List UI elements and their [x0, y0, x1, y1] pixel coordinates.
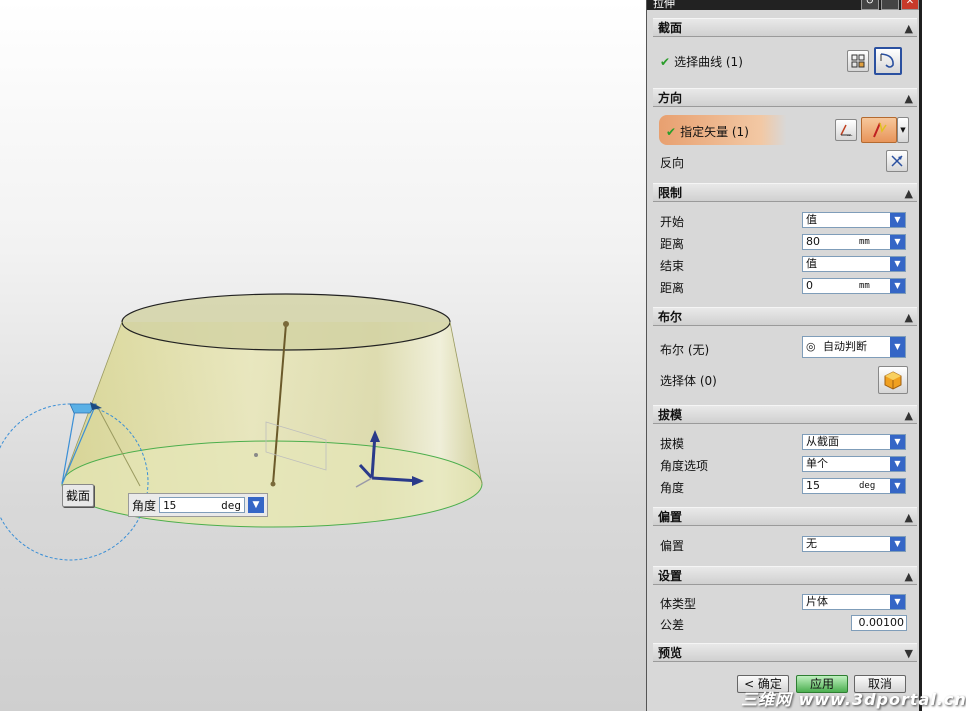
auto-infer-icon: ◎	[806, 340, 816, 353]
select-body-row: 选择体 (0)	[653, 366, 917, 394]
extrude-dialog: 拉伸 ↺ ✕ 截面 ▲ ✔ 选择曲线 (1) 方向 ▲ ✔ 指定矢量 (1) ... ▼…	[646, 0, 922, 711]
chevron-up-icon: ▲	[904, 409, 913, 422]
section-header-section[interactable]: 截面 ▲	[653, 18, 917, 37]
chevron-up-icon: ▲	[904, 187, 913, 200]
section-header-limits[interactable]: 限制 ▲	[653, 183, 917, 202]
section-header-boolean[interactable]: 布尔 ▲	[653, 307, 917, 326]
start-distance-input[interactable]: 80 mm ▼	[802, 234, 906, 250]
start-select[interactable]: 值 ▼	[802, 212, 906, 228]
chevron-down-icon: ▼	[904, 647, 913, 660]
section-header-direction[interactable]: 方向 ▲	[653, 88, 917, 107]
arrow-down-icon[interactable]: ▼	[890, 279, 905, 293]
angle-input-popup[interactable]: 角度 15 deg ▼	[128, 493, 268, 517]
section-header-draft[interactable]: 拔模 ▲	[653, 405, 917, 424]
start-row: 开始 值 ▼	[653, 210, 917, 230]
chevron-down-icon[interactable]: ▼	[248, 497, 264, 513]
inferred-vector-icon[interactable]	[861, 117, 897, 143]
chevron-down-icon: ▼	[890, 337, 905, 357]
chevron-down-icon[interactable]: ▼	[897, 117, 909, 143]
chevron-down-icon: ▼	[890, 257, 905, 271]
boolean-row: 布尔 (无) ◎ 自动判断 ▼	[653, 335, 917, 359]
chevron-up-icon: ▲	[904, 22, 913, 35]
reverse-direction-row: 反向	[653, 150, 917, 172]
chevron-down-icon: ▼	[890, 595, 905, 609]
arrow-down-icon[interactable]: ▼	[890, 235, 905, 249]
angle-option-select[interactable]: 单个 ▼	[802, 456, 906, 472]
curve-select-icon[interactable]	[874, 47, 902, 75]
angle-label: 角度	[132, 498, 157, 513]
arrow-down-icon[interactable]: ▼	[890, 479, 905, 493]
vector-dialog-icon[interactable]: ...	[835, 119, 857, 141]
start-distance-row: 距离 80 mm ▼	[653, 232, 917, 252]
draft-row: 拔模 从截面 ▼	[653, 432, 917, 452]
body-type-row: 体类型 片体 ▼	[653, 592, 917, 612]
tolerance-input[interactable]: 0.00100	[851, 615, 907, 631]
dialog-titlebar: 拉伸 ↺ ✕	[647, 0, 919, 10]
draft-angle-input[interactable]: 15 deg ▼	[802, 478, 906, 494]
section-header-settings[interactable]: 设置 ▲	[653, 566, 917, 585]
model-view	[0, 293, 483, 561]
body-type-select[interactable]: 片体 ▼	[802, 594, 906, 610]
chevron-down-icon: ▼	[890, 537, 905, 551]
chevron-up-icon: ▲	[904, 511, 913, 524]
boolean-select[interactable]: ◎ 自动判断 ▼	[802, 336, 906, 358]
specify-vector-row[interactable]: ✔ 指定矢量 (1)	[659, 115, 829, 145]
section-header-offset[interactable]: 偏置 ▲	[653, 507, 917, 526]
svg-text:...: ...	[847, 131, 853, 138]
reverse-direction-icon[interactable]	[886, 150, 908, 172]
draft-angle-row: 角度 15 deg ▼	[653, 476, 917, 496]
chevron-down-icon: ▼	[890, 213, 905, 227]
chevron-up-icon: ▲	[904, 570, 913, 583]
section-label: 截面	[62, 484, 95, 507]
draft-select[interactable]: 从截面 ▼	[802, 434, 906, 450]
section-header-preview[interactable]: 预览 ▼	[653, 643, 917, 662]
check-icon: ✔	[666, 125, 677, 139]
tolerance-row: 公差 0.00100	[653, 613, 917, 633]
select-curve-row[interactable]: ✔ 选择曲线 (1)	[653, 47, 917, 75]
check-icon: ✔	[660, 55, 671, 69]
site-watermark: 三维网 www.3dportal.cn	[741, 690, 966, 709]
angle-option-row: 角度选项 单个 ▼	[653, 454, 917, 474]
chevron-up-icon: ▲	[904, 311, 913, 324]
angle-value-input[interactable]: 15 deg	[159, 497, 245, 513]
offset-row: 偏置 无 ▼	[653, 534, 917, 554]
chevron-up-icon: ▲	[904, 92, 913, 105]
body-cube-icon[interactable]	[878, 366, 908, 394]
offset-select[interactable]: 无 ▼	[802, 536, 906, 552]
reset-icon[interactable]: ↺	[861, 0, 879, 10]
end-distance-input[interactable]: 0 mm ▼	[802, 278, 906, 294]
dialog-title: 拉伸	[653, 0, 675, 10]
close-icon[interactable]: ✕	[901, 0, 919, 10]
end-row: 结束 值 ▼	[653, 254, 917, 274]
end-distance-row: 距离 0 mm ▼	[653, 276, 917, 296]
chevron-down-icon: ▼	[890, 457, 905, 471]
end-select[interactable]: 值 ▼	[802, 256, 906, 272]
chevron-down-icon: ▼	[890, 435, 905, 449]
sketch-section-icon[interactable]	[847, 50, 869, 72]
collapse-button[interactable]	[881, 0, 899, 10]
graphics-viewport[interactable]: 截面 角度 15 deg ▼	[0, 0, 646, 711]
